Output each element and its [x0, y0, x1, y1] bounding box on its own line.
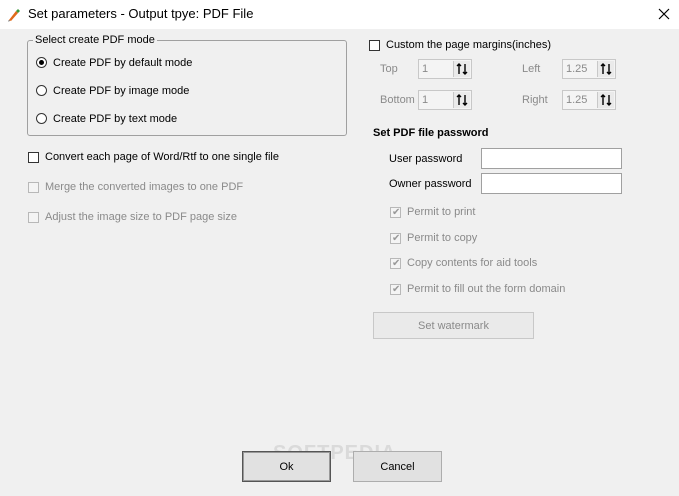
radio-image-mode-label[interactable]: Create PDF by image mode — [53, 85, 189, 97]
radio-text-mode[interactable] — [36, 113, 47, 124]
radio-text-mode-label[interactable]: Create PDF by text mode — [53, 113, 177, 125]
radio-default-mode-label[interactable]: Create PDF by default mode — [53, 57, 192, 69]
permit-copy-checkbox[interactable]: ✔ — [390, 233, 401, 244]
adjust-image-size-checkbox[interactable] — [28, 212, 39, 223]
permit-print-checkbox[interactable]: ✔ — [390, 207, 401, 218]
user-password-label: User password — [389, 153, 463, 165]
margin-top-value: 1 — [422, 63, 429, 75]
permit-copy-label[interactable]: Permit to copy — [407, 232, 477, 244]
spin-arrows-icon[interactable] — [597, 61, 614, 77]
app-icon — [7, 8, 21, 22]
set-watermark-button[interactable]: Set watermark — [373, 312, 534, 339]
spin-arrows-icon[interactable] — [597, 92, 614, 108]
adjust-image-size-label[interactable]: Adjust the image size to PDF page size — [45, 211, 237, 223]
permit-print-label[interactable]: Permit to print — [407, 206, 475, 218]
margin-left-value: 1.25 — [566, 63, 588, 75]
custom-margins-label[interactable]: Custom the page margins(inches) — [386, 39, 551, 51]
spin-arrows-icon[interactable] — [453, 61, 470, 77]
margin-right-value: 1.25 — [566, 94, 588, 106]
convert-each-page-label[interactable]: Convert each page of Word/Rtf to one sin… — [45, 151, 279, 163]
permit-fill-form-checkbox[interactable]: ✔ — [390, 284, 401, 295]
user-password-input[interactable] — [481, 148, 622, 169]
merge-images-label[interactable]: Merge the converted images to one PDF — [45, 181, 243, 193]
radio-image-mode[interactable] — [36, 85, 47, 96]
margin-top-label: Top — [380, 63, 398, 75]
margin-right-spinner[interactable]: 1.25 — [562, 90, 616, 110]
password-heading: Set PDF file password — [373, 127, 489, 139]
window-title: Set parameters - Output tpye: PDF File — [28, 6, 254, 21]
margin-top-spinner[interactable]: 1 — [418, 59, 472, 79]
close-button[interactable] — [650, 2, 678, 26]
margin-left-label: Left — [522, 63, 541, 75]
margin-bottom-spinner[interactable]: 1 — [418, 90, 472, 110]
margin-right-label: Right — [522, 94, 548, 106]
radio-default-mode[interactable] — [36, 57, 47, 68]
margin-bottom-value: 1 — [422, 94, 429, 106]
margin-bottom-label: Bottom — [380, 94, 415, 106]
custom-margins-checkbox[interactable] — [369, 40, 380, 51]
margin-left-spinner[interactable]: 1.25 — [562, 59, 616, 79]
spin-arrows-icon[interactable] — [453, 92, 470, 108]
permit-fill-form-label[interactable]: Permit to fill out the form domain — [407, 283, 565, 295]
convert-each-page-checkbox[interactable] — [28, 152, 39, 163]
ok-button[interactable]: Ok — [242, 451, 331, 482]
copy-aid-tools-label[interactable]: Copy contents for aid tools — [407, 257, 537, 269]
pdf-mode-legend: Select create PDF mode — [33, 34, 157, 46]
copy-aid-tools-checkbox[interactable]: ✔ — [390, 258, 401, 269]
cancel-button[interactable]: Cancel — [353, 451, 442, 482]
owner-password-input[interactable] — [481, 173, 622, 194]
close-icon — [658, 8, 670, 20]
merge-images-checkbox[interactable] — [28, 182, 39, 193]
owner-password-label: Owner password — [389, 178, 472, 190]
